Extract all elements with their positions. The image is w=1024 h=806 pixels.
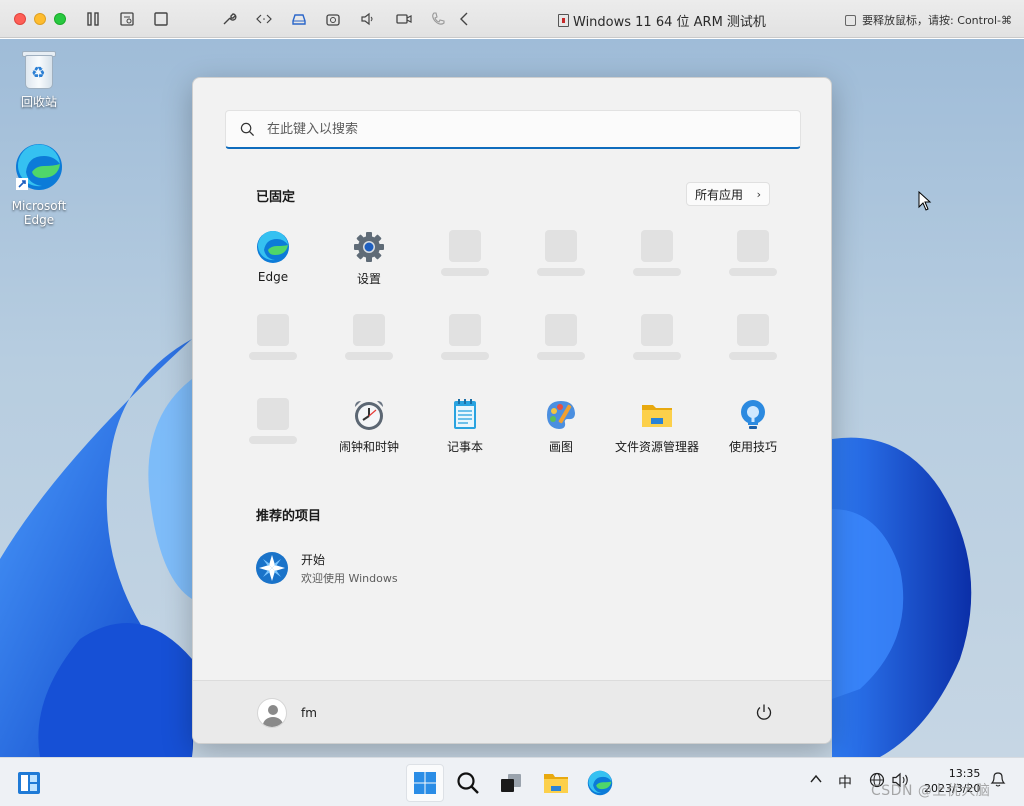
settings-panel-icon[interactable] bbox=[117, 9, 137, 29]
widgets-icon bbox=[18, 772, 40, 794]
pinned-app-notepad[interactable]: 记事本 bbox=[417, 390, 513, 458]
mac-window-titlebar: Windows 11 64 位 ARM 测试机 要释放鼠标，请按: Contro… bbox=[0, 0, 1024, 38]
task-view-button[interactable] bbox=[492, 764, 530, 802]
camera-icon[interactable] bbox=[323, 9, 343, 29]
mouse-cursor-icon bbox=[918, 191, 932, 211]
pinned-app-placeholder bbox=[417, 222, 513, 290]
taskbar-search-button[interactable] bbox=[449, 764, 487, 802]
pinned-app-placeholder bbox=[225, 390, 321, 458]
file-explorer-icon bbox=[642, 405, 672, 427]
wrench-icon[interactable] bbox=[219, 9, 239, 29]
start-search-box[interactable] bbox=[225, 110, 801, 149]
video-icon[interactable] bbox=[394, 9, 414, 29]
pinned-app-placeholder bbox=[513, 222, 609, 290]
start-icon bbox=[414, 772, 436, 794]
taskbar-file-explorer-button[interactable] bbox=[537, 764, 575, 802]
pinned-section-title: 已固定 bbox=[256, 190, 296, 205]
ime-indicator[interactable]: 中 bbox=[838, 772, 852, 792]
pause-icon[interactable] bbox=[83, 9, 103, 29]
pinned-app-paint[interactable]: 画图 bbox=[513, 390, 609, 458]
speaker-icon[interactable] bbox=[358, 9, 378, 29]
copy-icon bbox=[845, 14, 857, 26]
search-input[interactable] bbox=[267, 121, 767, 137]
taskbar-edge-button[interactable] bbox=[581, 764, 619, 802]
recommended-item-get-started[interactable]: 开始 欢迎使用 Windows bbox=[255, 548, 455, 588]
paint-palette-icon bbox=[547, 401, 575, 429]
pinned-app-placeholder bbox=[705, 306, 801, 374]
get-started-icon bbox=[256, 552, 288, 584]
search-icon bbox=[240, 122, 255, 136]
widgets-button[interactable] bbox=[10, 764, 48, 802]
pinned-app-placeholder bbox=[513, 306, 609, 374]
minimize-window-button[interactable] bbox=[34, 13, 46, 25]
edge-icon bbox=[257, 230, 289, 263]
edge-icon bbox=[16, 144, 62, 190]
chevron-right-icon: › bbox=[756, 188, 762, 201]
start-menu-footer: fm bbox=[193, 680, 831, 743]
search-icon bbox=[457, 772, 479, 794]
user-account-button[interactable]: fm bbox=[257, 698, 317, 728]
pinned-app-placeholder bbox=[225, 306, 321, 374]
window-icon[interactable] bbox=[151, 9, 171, 29]
window-title: Windows 11 64 位 ARM 测试机 bbox=[558, 11, 766, 30]
pinned-app-settings[interactable]: 设置 bbox=[321, 222, 417, 290]
code-arrows-icon[interactable] bbox=[254, 9, 274, 29]
zoom-window-button[interactable] bbox=[54, 13, 66, 25]
release-mouse-hint: 要释放鼠标，请按: Control-⌘ bbox=[845, 12, 1012, 28]
task-view-icon bbox=[501, 774, 521, 792]
csdn-watermark: CSDN @上优大脑 bbox=[871, 783, 991, 799]
pinned-app-placeholder bbox=[417, 306, 513, 374]
tips-lightbulb-icon bbox=[741, 400, 765, 429]
notepad-icon bbox=[454, 399, 476, 429]
desktop-icon-edge[interactable]: Microsoft Edge bbox=[4, 142, 74, 227]
start-button[interactable] bbox=[406, 764, 444, 802]
pinned-app-placeholder bbox=[705, 222, 801, 290]
pinned-app-tips[interactable]: 使用技巧 bbox=[705, 390, 801, 458]
pinned-app-placeholder bbox=[609, 306, 705, 374]
drive-icon[interactable] bbox=[289, 9, 309, 29]
edge-icon bbox=[587, 770, 613, 796]
alarm-clock-icon bbox=[355, 401, 383, 430]
settings-gear-icon bbox=[354, 232, 384, 262]
close-window-button[interactable] bbox=[14, 13, 26, 25]
back-icon[interactable] bbox=[455, 9, 475, 29]
file-explorer-icon bbox=[544, 774, 568, 793]
all-apps-button[interactable]: 所有应用 › bbox=[686, 182, 771, 206]
recommended-section-title: 推荐的项目 bbox=[256, 509, 322, 524]
power-icon[interactable] bbox=[755, 703, 773, 721]
notification-icon[interactable] bbox=[990, 770, 1006, 792]
recycle-bin-icon: ♻ bbox=[22, 49, 56, 89]
avatar bbox=[257, 698, 287, 728]
pinned-app-file-explorer[interactable]: 文件资源管理器 bbox=[609, 390, 705, 458]
desktop-icon-recycle-bin[interactable]: ♻ 回收站 bbox=[4, 49, 74, 110]
start-menu: 已固定 所有应用 › Edge 设置 bbox=[192, 77, 832, 744]
pinned-app-clock[interactable]: 闹钟和时钟 bbox=[321, 390, 417, 458]
pinned-app-placeholder bbox=[321, 306, 417, 374]
document-icon bbox=[558, 14, 569, 27]
show-hidden-icons-chevron-icon[interactable] bbox=[809, 772, 823, 790]
phone-icon[interactable] bbox=[428, 9, 448, 29]
pinned-app-placeholder bbox=[609, 222, 705, 290]
pinned-app-edge[interactable]: Edge bbox=[225, 222, 321, 290]
